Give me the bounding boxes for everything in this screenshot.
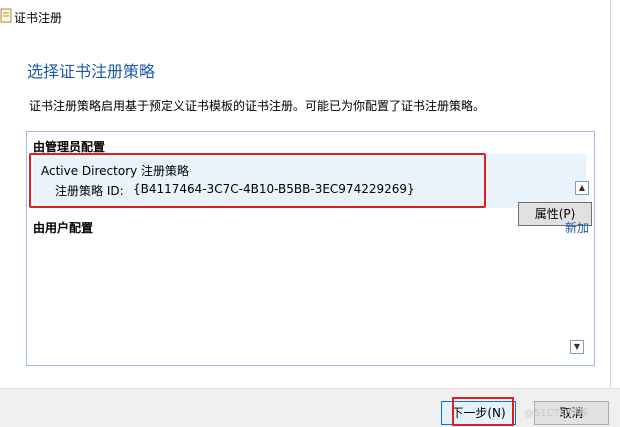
collapse-button[interactable]: ▲ [575,181,589,195]
policy-id-value: {B4117464-3C7C-4B10-B5BB-3EC974229269} [133,182,415,196]
page-title: 选择证书注册策略 [27,62,156,81]
window-title: 证书注册 [14,11,63,25]
watermark: @51CTO博客 [524,408,588,419]
user-group-label: 由用户配置 [33,221,94,235]
title-bar: 证书注册 [0,0,620,34]
chevron-down-icon: ▼ [573,342,581,351]
expand-button[interactable]: ▼ [570,340,584,354]
policy-id-label: 注册策略 ID: [55,184,124,198]
add-policy-link[interactable]: 新加 [565,219,589,236]
window-border [610,0,611,426]
chevron-up-icon: ▲ [578,183,586,192]
policy-list: 由管理员配置 Active Directory 注册策略 注册策略 ID: {B… [26,131,595,366]
policy-item-active-directory[interactable]: Active Directory 注册策略 注册策略 ID: {B4117464… [33,154,592,226]
page-description: 证书注册策略启用基于预定义证书模板的证书注册。可能已为你配置了证书注册策略。 [29,99,486,113]
next-button[interactable]: 下一步(N) [441,401,516,425]
policy-name: Active Directory 注册策略 [41,164,190,178]
certificate-icon [0,8,12,23]
admin-group-label: 由管理员配置 [33,140,106,154]
